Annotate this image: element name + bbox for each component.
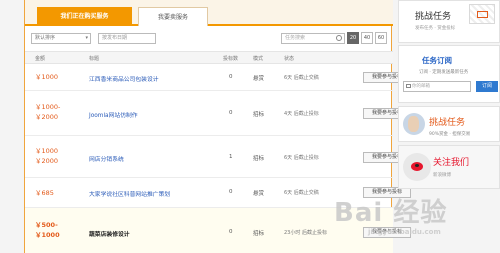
- page-size-40[interactable]: 40: [361, 32, 373, 44]
- task-status: 6天 后截止投标: [284, 155, 319, 161]
- col-status: 状态: [284, 56, 295, 62]
- col-title: 标题: [89, 56, 100, 62]
- challenge-card[interactable]: 挑战任务 发布任务 · 赏金投标: [398, 0, 500, 43]
- watermark-text: Bai 经验: [334, 198, 448, 228]
- table-header: 金额 标题 投标数 模式 状态: [25, 51, 393, 64]
- tab-buying[interactable]: 我们正在购买服务: [37, 7, 132, 26]
- challenge-title: 挑战任务: [415, 12, 452, 22]
- task-bid-count: 0: [229, 189, 233, 195]
- sort-select[interactable]: 默认排序 ▾: [31, 33, 91, 44]
- mail-icon: [406, 84, 411, 88]
- sort-select-value: 默认排序: [35, 35, 56, 41]
- task-price: ￥1000 ￥2000: [35, 147, 59, 165]
- subscribe-subtitle: 订阅 · 定期发送最新任务: [419, 70, 469, 75]
- task-bid-count: 0: [229, 229, 233, 235]
- task-status: 6天 后截止交稿: [284, 190, 319, 196]
- promo-title: 挑战任务: [429, 118, 466, 128]
- tab-selling[interactable]: 我要卖服务: [138, 7, 208, 26]
- promo-card[interactable]: 挑战任务 90%赏金 · 担保交易: [398, 106, 500, 142]
- search-placeholder: 任务搜索: [285, 35, 306, 41]
- challenge-subtitle: 发布任务 · 赏金投标: [415, 26, 456, 31]
- task-mode: 招标: [253, 112, 265, 118]
- subscribe-title: 任务订阅: [422, 56, 452, 65]
- task-bid-count: 0: [229, 110, 233, 116]
- task-bid-count: 0: [229, 74, 233, 80]
- watermark-url: jingyan.baidu.com: [368, 228, 441, 236]
- task-price: ￥1000- ￥2000: [35, 103, 61, 121]
- baidu-watermark: Bai 经验 jingyan.baidu.com: [334, 192, 496, 248]
- avatar-icon: [403, 113, 425, 135]
- email-placeholder: 你的邮箱: [412, 84, 430, 89]
- follow-title: 关注我们: [433, 158, 470, 168]
- task-title-link[interactable]: 网店分销系统: [89, 154, 124, 163]
- task-price: ￥1000: [35, 73, 59, 81]
- date-input[interactable]: 按发布日期: [98, 33, 156, 44]
- search-input[interactable]: 任务搜索: [281, 33, 345, 44]
- task-mode: 招标: [253, 156, 265, 162]
- table-row: ￥1000 ￥2000 网店分销系统 1 招标 6天 后截止投标 我要参与投标: [25, 136, 411, 178]
- chevron-down-icon: ▾: [85, 35, 88, 41]
- weibo-icon: [403, 153, 431, 181]
- task-status: 6天 后截止交稿: [284, 75, 319, 81]
- search-icon[interactable]: [336, 35, 342, 41]
- task-mode: 悬赏: [253, 191, 265, 197]
- page-size-60[interactable]: 60: [375, 32, 387, 44]
- task-status: 4天 后截止投标: [284, 111, 319, 117]
- filter-bar: 默认排序 ▾ 按发布日期 任务搜索 20 40 60: [25, 28, 393, 48]
- subscribe-card: 任务订阅 订阅 · 定期发送最新任务 你的邮箱 订阅: [398, 45, 500, 103]
- task-price: ￥500- ￥1000: [35, 221, 60, 239]
- task-title-link[interactable]: 江西香米商品公司包装设计: [89, 74, 159, 83]
- task-mode: 招标: [253, 231, 265, 237]
- task-title-link[interactable]: 大家学说社区科普网站推广策划: [89, 189, 170, 198]
- envelope-icon: [469, 4, 495, 24]
- col-amount: 金额: [35, 56, 46, 62]
- task-title-link[interactable]: Joomla网站仿制作: [89, 110, 138, 119]
- promo-subtitle: 90%赏金 · 担保交易: [429, 132, 471, 137]
- col-mode: 模式: [253, 56, 264, 62]
- follow-card[interactable]: 关注我们 新浪微博: [398, 145, 500, 189]
- task-price: ￥685: [35, 189, 54, 197]
- email-field[interactable]: 你的邮箱: [403, 81, 471, 92]
- task-bid-count: 1: [229, 154, 233, 160]
- follow-subtitle: 新浪微博: [433, 173, 451, 178]
- table-row: ￥1000 江西香米商品公司包装设计 0 悬赏 6天 后截止交稿 我要参与投标: [25, 64, 411, 91]
- tab-bar: 我们正在购买服务 我要卖服务: [25, 0, 393, 26]
- page-size-20[interactable]: 20: [347, 32, 359, 44]
- table-row: ￥1000- ￥2000 Joomla网站仿制作 0 招标 4天 后截止投标 我…: [25, 91, 411, 136]
- task-status: 23小时 后截止投标: [284, 230, 327, 236]
- subscribe-button[interactable]: 订阅: [476, 81, 498, 92]
- task-title-link[interactable]: 蔬菜店装修设计: [89, 229, 130, 238]
- task-mode: 悬赏: [253, 76, 265, 82]
- col-bids: 投标数: [223, 56, 239, 62]
